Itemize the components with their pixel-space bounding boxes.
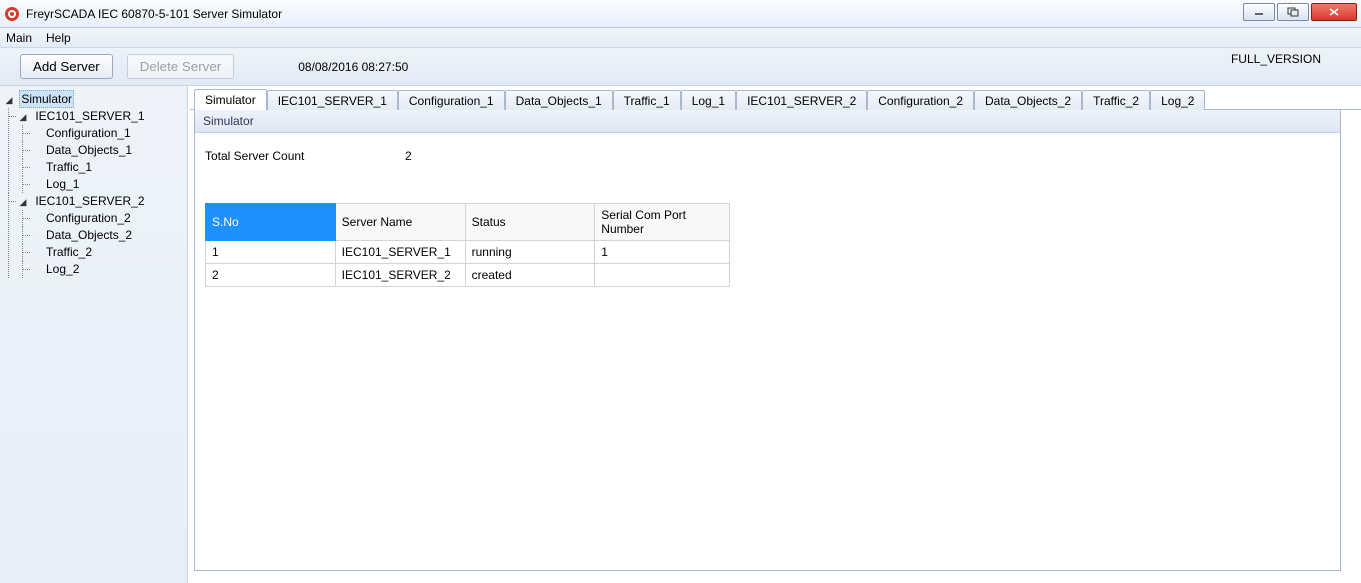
tab-data-objects-2[interactable]: Data_Objects_2 xyxy=(974,90,1082,110)
panel-body: Total Server Count 2 S.No Server Name St… xyxy=(195,133,1340,297)
table-row[interactable]: 1 IEC101_SERVER_1 running 1 xyxy=(206,241,730,264)
tab-configuration-2[interactable]: Configuration_2 xyxy=(867,90,974,110)
menu-bar: Main Help xyxy=(0,28,1361,48)
close-button[interactable] xyxy=(1311,3,1357,21)
toolbar: Add Server Delete Server 08/08/2016 08:2… xyxy=(0,48,1361,86)
total-server-count-value: 2 xyxy=(405,149,412,163)
expander-icon[interactable]: ◢ xyxy=(18,109,28,125)
server-table: S.No Server Name Status Serial Com Port … xyxy=(205,203,730,287)
menu-main[interactable]: Main xyxy=(6,31,32,45)
tree-server-1[interactable]: IEC101_SERVER_1 xyxy=(33,108,146,124)
tab-server-2[interactable]: IEC101_SERVER_2 xyxy=(736,90,867,110)
tab-data-objects-1[interactable]: Data_Objects_1 xyxy=(505,90,613,110)
window-controls xyxy=(1243,3,1357,21)
cell-server-name: IEC101_SERVER_1 xyxy=(335,241,465,264)
app-icon xyxy=(4,6,20,22)
cell-status: running xyxy=(465,241,595,264)
maximize-button[interactable] xyxy=(1277,3,1309,21)
col-serial-port[interactable]: Serial Com Port Number xyxy=(595,204,730,241)
tab-log-2[interactable]: Log_2 xyxy=(1150,90,1205,110)
menu-help[interactable]: Help xyxy=(46,31,71,45)
tab-traffic-1[interactable]: Traffic_1 xyxy=(613,90,681,110)
total-server-count: Total Server Count 2 xyxy=(205,149,1330,163)
timestamp-label: 08/08/2016 08:27:50 xyxy=(298,60,408,74)
tree-item-traffic-2[interactable]: Traffic_2 xyxy=(44,244,94,260)
title-bar: FreyrSCADA IEC 60870-5-101 Server Simula… xyxy=(0,0,1361,28)
tree-item-configuration-2[interactable]: Configuration_2 xyxy=(44,210,133,226)
col-sno[interactable]: S.No xyxy=(206,204,336,241)
cell-status: created xyxy=(465,264,595,287)
delete-server-button: Delete Server xyxy=(127,54,235,79)
expander-icon[interactable]: ◢ xyxy=(4,92,14,108)
tree: ◢ Simulator ◢ IEC101_SERVER_1 ·Configura… xyxy=(2,90,185,278)
panel-title: Simulator xyxy=(195,110,1340,133)
version-label: FULL_VERSION xyxy=(1231,52,1321,66)
table-header-row: S.No Server Name Status Serial Com Port … xyxy=(206,204,730,241)
cell-port xyxy=(595,264,730,287)
main-area: ◢ Simulator ◢ IEC101_SERVER_1 ·Configura… xyxy=(0,86,1361,583)
tree-item-data-objects-1[interactable]: Data_Objects_1 xyxy=(44,142,134,158)
minimize-button[interactable] xyxy=(1243,3,1275,21)
cell-port: 1 xyxy=(595,241,730,264)
col-status[interactable]: Status xyxy=(465,204,595,241)
tab-simulator[interactable]: Simulator xyxy=(194,89,267,110)
tree-root-simulator[interactable]: Simulator xyxy=(19,90,74,108)
simulator-panel: Simulator Total Server Count 2 S.No Serv… xyxy=(194,110,1341,571)
tree-server-2[interactable]: IEC101_SERVER_2 xyxy=(33,193,146,209)
tree-item-traffic-1[interactable]: Traffic_1 xyxy=(44,159,94,175)
tree-item-log-1[interactable]: Log_1 xyxy=(44,176,81,192)
tab-traffic-2[interactable]: Traffic_2 xyxy=(1082,90,1150,110)
col-server-name[interactable]: Server Name xyxy=(335,204,465,241)
cell-sno: 2 xyxy=(206,264,336,287)
sidebar: ◢ Simulator ◢ IEC101_SERVER_1 ·Configura… xyxy=(0,86,188,583)
table-row[interactable]: 2 IEC101_SERVER_2 created xyxy=(206,264,730,287)
content-area: Simulator IEC101_SERVER_1 Configuration_… xyxy=(188,86,1361,583)
expander-icon[interactable]: ◢ xyxy=(18,194,28,210)
cell-server-name: IEC101_SERVER_2 xyxy=(335,264,465,287)
add-server-button[interactable]: Add Server xyxy=(20,54,113,79)
total-server-count-label: Total Server Count xyxy=(205,149,405,163)
tab-configuration-1[interactable]: Configuration_1 xyxy=(398,90,505,110)
window-title: FreyrSCADA IEC 60870-5-101 Server Simula… xyxy=(26,7,282,21)
tree-item-log-2[interactable]: Log_2 xyxy=(44,261,81,277)
tab-server-1[interactable]: IEC101_SERVER_1 xyxy=(267,90,398,110)
tree-item-data-objects-2[interactable]: Data_Objects_2 xyxy=(44,227,134,243)
tree-item-configuration-1[interactable]: Configuration_1 xyxy=(44,125,133,141)
cell-sno: 1 xyxy=(206,241,336,264)
tab-strip: Simulator IEC101_SERVER_1 Configuration_… xyxy=(190,88,1361,110)
tab-log-1[interactable]: Log_1 xyxy=(681,90,736,110)
